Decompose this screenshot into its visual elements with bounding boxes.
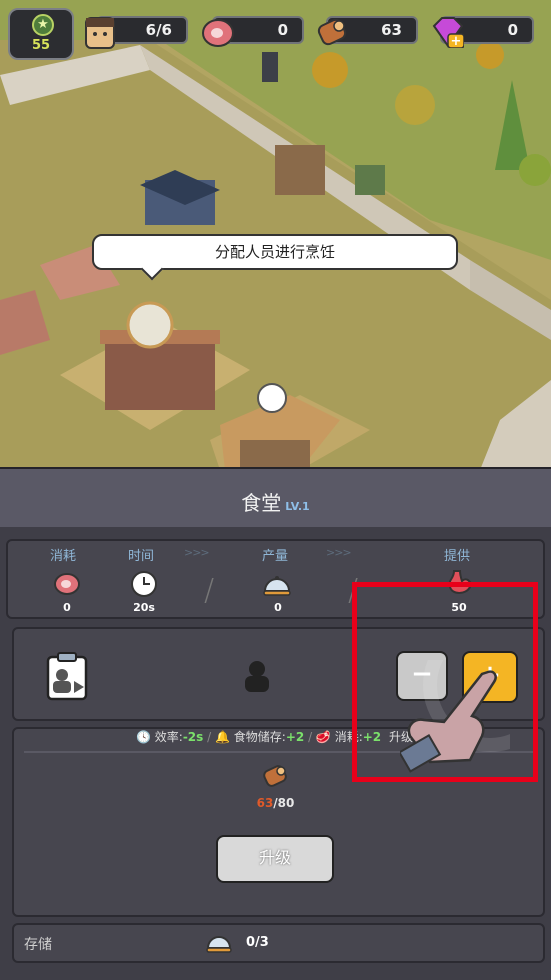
meat-icon: 🥩 [315,730,331,744]
header-consume: 消耗 [50,549,77,564]
task-hint-bubble: 分配人员进行烹饪 [92,234,458,270]
food-dome-icon [206,936,232,953]
wood-value: 63 [381,21,402,39]
storage-value: 0/3 [246,935,269,950]
clock-icon [131,571,157,597]
cost-need: /80 [273,796,295,810]
gem-plus-icon[interactable]: + [428,14,464,48]
survivors-value: 6/6 [145,21,172,39]
upgrade-button[interactable]: 升级 [216,835,334,883]
efficiency-value: -2s [182,730,204,744]
clock-icon: 🕓 [136,730,151,744]
star-icon: ★ [32,14,54,36]
game-scene[interactable]: ★ 55 6/6 0 63 0 + 分配人员进行烹饪 [0,0,551,470]
divider: / [308,730,316,744]
flow-arrows: >>> [326,546,352,559]
worker-slot-silhouette-icon [245,661,269,692]
storage-effect-value: +2 [285,730,305,744]
efficiency-label: 效率: [154,730,183,744]
food-dome-icon: 🔔 [215,730,230,744]
svg-text:+: + [451,34,462,48]
upgrade-cost: 63/80 [0,796,551,810]
food-dome-icon [263,576,291,596]
resource-bar: ★ 55 6/6 0 63 0 + [0,6,551,62]
divider: / [207,730,215,744]
player-level: 55 [31,38,51,53]
wood-log-icon [317,18,347,46]
time-value: 20s [133,601,155,614]
assign-worker-clipboard-icon[interactable] [44,651,92,703]
storage-effect-label: 食物储存: [233,730,286,744]
survivor-face-icon [85,17,115,49]
storage-row: 存储 0/3 [12,923,545,963]
building-level: LV.1 [285,500,310,513]
gems-value: 0 [507,21,518,39]
panel-header: 食堂 LV.1 [0,467,551,527]
consume-value: 0 [63,601,71,614]
header-time: 时间 [128,549,155,564]
flow-arrows: >>> [184,546,210,559]
meat-icon [54,573,80,595]
produce-value: 0 [274,601,282,614]
meat-icon [202,19,234,47]
player-level-badge[interactable]: ★ 55 [8,8,74,60]
wood-log-icon [263,765,287,787]
tutorial-pointing-hand-icon [400,660,510,773]
building-title: 食堂 LV.1 [0,487,551,516]
header-produce: 产量 [262,549,289,564]
cost-have: 63 [256,796,274,810]
building-name: 食堂 [241,491,282,515]
meat-value: 0 [277,21,288,39]
storage-label: 存储 [24,937,52,953]
divider: / [204,573,215,608]
header-provide: 提供 [444,549,471,564]
